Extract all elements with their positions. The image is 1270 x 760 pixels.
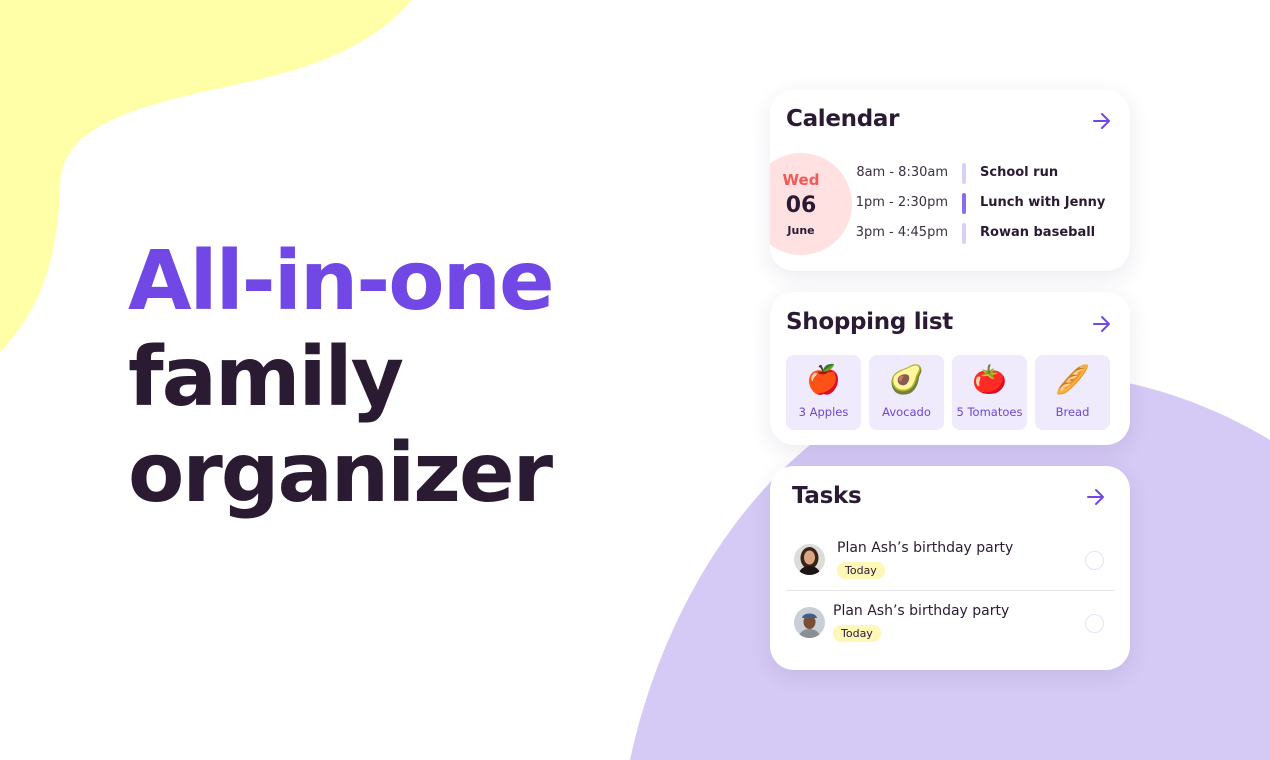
- headline-line-2: family: [128, 330, 404, 425]
- due-badge: Today: [833, 625, 881, 642]
- event-color-bar: [962, 163, 966, 184]
- event-time: 8am - 8:30am: [856, 165, 948, 180]
- event-time: 1pm - 2:30pm: [855, 195, 948, 210]
- event-color-bar: [962, 193, 966, 214]
- person-avatar-icon: [794, 544, 825, 575]
- shopping-items: 🍎 3 Apples 🥑 Avocado 🍅 5 Tomatoes 🥖 Brea…: [786, 355, 1110, 430]
- calendar-card: Calendar Wed 06 June 8am - 8:30am School…: [770, 90, 1130, 271]
- person-avatar-icon: [794, 607, 825, 638]
- due-badge: Today: [837, 562, 885, 579]
- arrow-right-icon[interactable]: [1092, 112, 1112, 130]
- shopping-item-label: Avocado: [882, 405, 931, 419]
- event-name: Rowan baseball: [980, 225, 1096, 240]
- avatar: [794, 544, 825, 575]
- calendar-event[interactable]: 3pm - 4:45pm Rowan baseball: [770, 223, 1130, 245]
- shopping-item[interactable]: 🍎 3 Apples: [786, 355, 861, 430]
- shopping-item[interactable]: 🥖 Bread: [1035, 355, 1110, 430]
- headline: All-in-one family organizer: [128, 234, 555, 522]
- task-title: Plan Ash’s birthday party: [837, 540, 1014, 556]
- shopping-list-card: Shopping list 🍎 3 Apples 🥑 Avocado 🍅 5 T…: [770, 292, 1130, 445]
- divider: [786, 590, 1114, 591]
- bread-icon: 🥖: [1055, 363, 1090, 396]
- shopping-item-label: Bread: [1055, 405, 1090, 419]
- tomato-icon: 🍅: [972, 363, 1007, 396]
- task-checkbox[interactable]: [1085, 614, 1104, 633]
- apple-icon: 🍎: [806, 363, 841, 396]
- arrow-right-icon[interactable]: [1086, 488, 1106, 506]
- event-name: Lunch with Jenny: [980, 195, 1106, 210]
- calendar-event[interactable]: 1pm - 2:30pm Lunch with Jenny: [770, 193, 1130, 215]
- tasks-card: Tasks Plan Ash’s birthday party Today Pl…: [770, 466, 1130, 670]
- headline-line-1: All-in-one: [128, 234, 555, 329]
- event-name: School run: [980, 165, 1059, 180]
- task-title: Plan Ash’s birthday party: [833, 603, 1010, 619]
- task-item[interactable]: Plan Ash’s birthday party Today: [786, 530, 1114, 592]
- event-color-bar: [962, 223, 966, 244]
- shopping-item[interactable]: 🥑 Avocado: [869, 355, 944, 430]
- avatar: [794, 607, 825, 638]
- shopping-item[interactable]: 🍅 5 Tomatoes: [952, 355, 1027, 430]
- tasks-title: Tasks: [792, 483, 862, 509]
- shopping-item-label: 5 Tomatoes: [956, 405, 1023, 419]
- task-item[interactable]: Plan Ash’s birthday party Today: [786, 593, 1114, 655]
- calendar-title: Calendar: [786, 106, 900, 132]
- event-time: 3pm - 4:45pm: [855, 225, 948, 240]
- shopping-item-label: 3 Apples: [798, 405, 849, 419]
- headline-line-3: organizer: [128, 426, 553, 521]
- arrow-right-icon[interactable]: [1092, 315, 1112, 333]
- avocado-icon: 🥑: [889, 363, 924, 396]
- calendar-event[interactable]: 8am - 8:30am School run: [770, 163, 1130, 185]
- shopping-list-title: Shopping list: [786, 309, 953, 335]
- task-checkbox[interactable]: [1085, 551, 1104, 570]
